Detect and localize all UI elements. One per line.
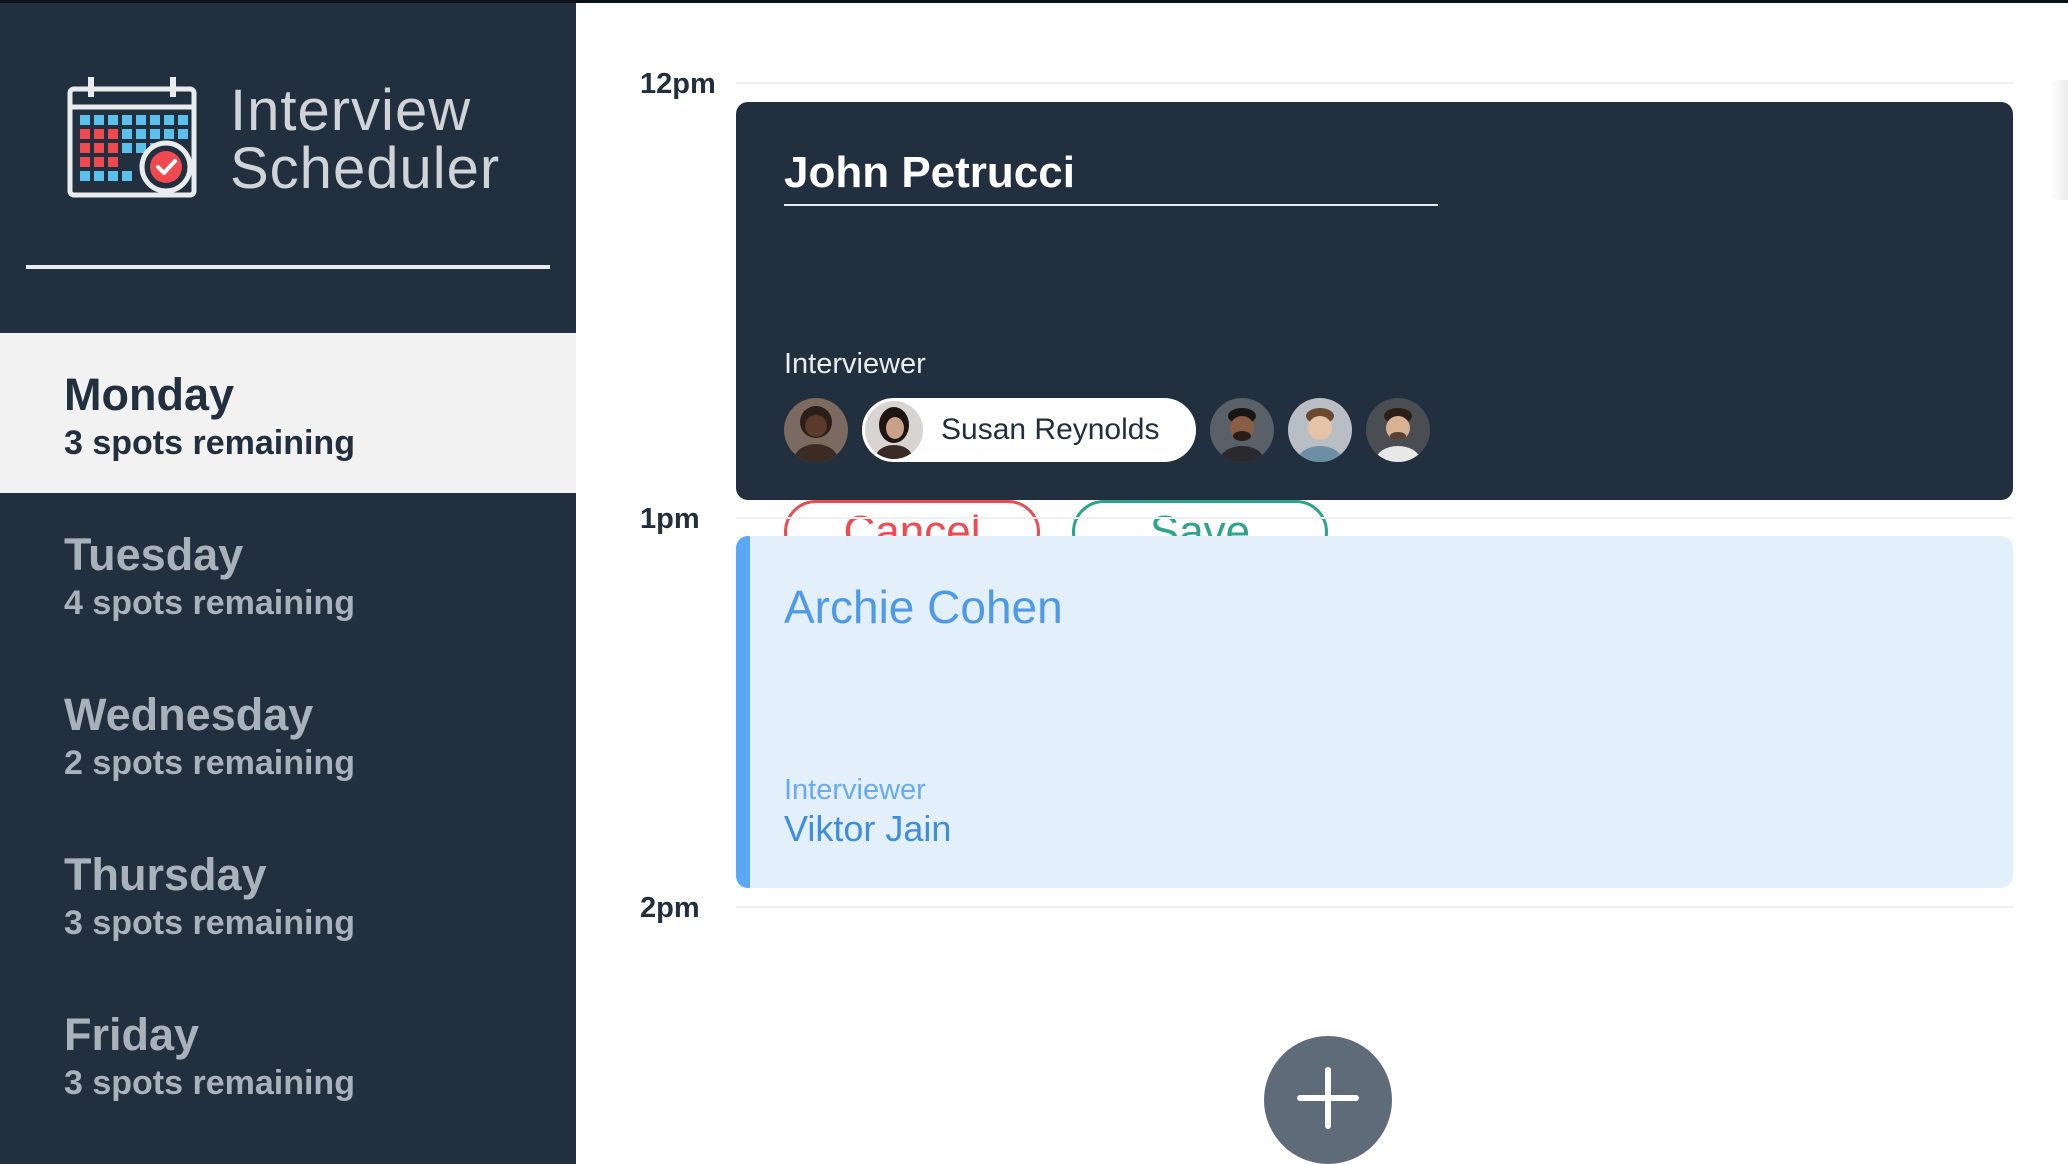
interviewer-avatar[interactable] (1366, 398, 1431, 462)
day-list: Monday 3 spots remaining Tuesday 4 spots… (0, 333, 576, 1133)
sidebar: Interview Scheduler Monday 3 spots remai… (0, 0, 576, 1164)
day-spots: 3 spots remaining (64, 424, 355, 462)
student-name-input[interactable] (784, 142, 1438, 206)
plus-icon (1293, 1063, 1363, 1138)
time-label-12pm: 12pm (640, 68, 716, 100)
day-spots: 3 spots remaining (64, 1064, 355, 1102)
day-item-friday[interactable]: Friday 3 spots remaining (0, 973, 576, 1133)
interviewer-list: Susan Reynolds (784, 398, 1444, 462)
interviewer-avatar[interactable] (1288, 398, 1353, 462)
day-spots: 3 spots remaining (64, 904, 355, 942)
hour-line (736, 82, 2013, 84)
time-label-1pm: 1pm (640, 503, 700, 535)
interviewer-name: Susan Reynolds (941, 413, 1160, 446)
interviewer-avatar[interactable] (1210, 398, 1275, 462)
day-spots: 2 spots remaining (64, 744, 355, 782)
day-item-monday[interactable]: Monday 3 spots remaining (0, 333, 576, 493)
interviewer-avatar[interactable] (784, 398, 848, 462)
add-appointment-button[interactable] (1264, 1036, 1392, 1164)
appointment-interviewer: Viktor Jain (784, 808, 952, 849)
day-name: Friday (64, 1009, 200, 1060)
day-item-thursday[interactable]: Thursday 3 spots remaining (0, 813, 576, 973)
day-name: Tuesday (64, 529, 244, 580)
interviewer-avatar (865, 401, 923, 459)
hour-line (736, 906, 2013, 908)
hour-line (736, 517, 2013, 519)
brand: Interview Scheduler (66, 75, 500, 204)
app-title-line1: Interview (230, 77, 472, 143)
top-border (576, 0, 2068, 3)
schedule: 12pm Interviewer (576, 0, 2068, 1164)
app-title-line2: Scheduler (230, 135, 501, 201)
calendar-check-icon (66, 75, 198, 204)
sidebar-divider (26, 265, 550, 269)
appointment-student: Archie Cohen (784, 581, 1063, 633)
appointment-card[interactable]: Archie Cohen Interviewer Viktor Jain (736, 536, 2013, 888)
appointment-form: Interviewer (736, 102, 2013, 564)
interviewer-selected[interactable]: Susan Reynolds (862, 398, 1197, 462)
day-name: Thursday (64, 849, 267, 900)
day-name: Wednesday (64, 689, 314, 740)
appointment-interviewer-label: Interviewer (784, 774, 926, 806)
time-label-2pm: 2pm (640, 892, 700, 924)
edge-shadow (2050, 80, 2068, 200)
day-item-tuesday[interactable]: Tuesday 4 spots remaining (0, 493, 576, 653)
day-name: Monday (64, 369, 235, 420)
interviewer-label: Interviewer (784, 348, 926, 380)
day-item-wednesday[interactable]: Wednesday 2 spots remaining (0, 653, 576, 813)
day-spots: 4 spots remaining (64, 584, 355, 622)
app-title: Interview Scheduler (230, 77, 501, 201)
